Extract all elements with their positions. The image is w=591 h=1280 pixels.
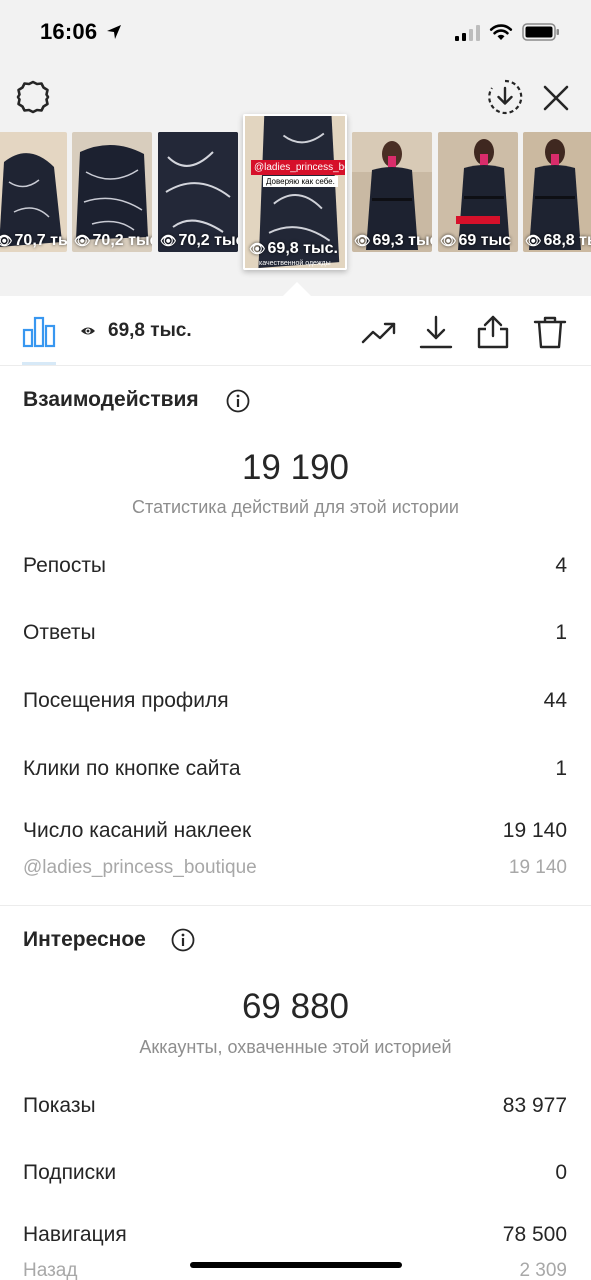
settings-icon[interactable] (14, 78, 52, 116)
stat-label-navigation: Навигация (23, 1223, 127, 1246)
bar-chart-icon[interactable] (22, 314, 56, 348)
eye-icon: 👁 (440, 233, 457, 248)
status-time: 16:06 (40, 19, 98, 44)
thumbnail-view-count: 👁 69 тыс (440, 232, 512, 249)
story-preview-area: 16:06 👁 70,7 ты 👁 70,2 тыс 👁 70,2 тыс @l… (0, 0, 591, 296)
interactions-total: 19 190 (241, 448, 350, 487)
stat-value-impressions: 83 977 (502, 1094, 567, 1117)
trending-up-icon[interactable] (361, 314, 397, 350)
story-thumbnail-strip[interactable]: 👁70,7 тыс 👁70,2 тыс 👁70,2 тыс (0, 114, 591, 274)
status-bar: 16:06 (0, 0, 591, 64)
wifi-icon (489, 24, 513, 40)
section-divider (0, 905, 591, 906)
stat-label-replies: Ответы (23, 621, 96, 644)
view-count: 69,8 тыс. (108, 320, 192, 341)
discovery-title: Интересное (23, 928, 146, 951)
story-thumbnail[interactable]: 👁 70,2 тыс (158, 132, 238, 252)
discovery-caption: Аккаунты, охваченные этой историей (139, 1037, 452, 1057)
story-thumbnail-selected[interactable]: @ladies_princess_boutique Доверяю как се… (243, 114, 347, 270)
stat-label-back: Назад (23, 1260, 78, 1280)
interactions-caption: Статистика действий для этой истории (132, 497, 459, 517)
stat-label-follows: Подписки (23, 1161, 117, 1184)
share-icon[interactable] (475, 314, 511, 350)
active-tab-indicator (22, 362, 56, 365)
selected-story-pointer (283, 282, 311, 296)
home-indicator[interactable] (190, 1262, 402, 1268)
stat-value-follows: 0 (555, 1161, 567, 1184)
stat-value-website-clicks: 1 (555, 757, 567, 780)
thumbnail-view-count: 👁 70,2 тыс (160, 232, 238, 249)
stat-label-reposts: Репосты (23, 554, 107, 577)
thumbnail-view-count: 👁68,8 тыс (525, 232, 591, 249)
thumbnail-caption: качественной одежды (259, 260, 331, 267)
stat-value-back: 2 309 (519, 1260, 567, 1280)
stat-value-navigation: 78 500 (502, 1223, 567, 1246)
cellular-signal-icon (455, 25, 480, 41)
info-icon[interactable] (226, 389, 250, 413)
eye-icon: 👁 (249, 241, 266, 256)
battery-icon (522, 23, 559, 41)
download-circle-icon[interactable] (486, 78, 524, 116)
eye-icon: 👁 (525, 233, 542, 248)
story-thumbnail[interactable]: 👁68,8 тыс (523, 132, 591, 252)
eye-icon: 👁 (160, 233, 177, 248)
thumbnail-view-count: 👁 69,8 тыс. (249, 240, 338, 257)
stat-value-sticker-taps: 19 140 (502, 819, 567, 842)
discovery-total: 69 880 (241, 987, 350, 1026)
info-icon[interactable] (171, 928, 195, 952)
sticker-caption: Доверяю как себе. (263, 176, 338, 187)
thumbnail-view-count: 👁 70,2 тыс (74, 232, 152, 249)
stat-value-sticker-mention: 19 140 (508, 857, 567, 878)
mention-sticker-small (456, 216, 500, 224)
stat-label-profile-visits: Посещения профиля (23, 689, 229, 712)
story-thumbnail[interactable]: 👁 69,3 тыс (352, 132, 432, 252)
stat-label-sticker-taps: Число касаний наклеек (23, 819, 252, 842)
insights-toolbar: 69,8 тыс. (0, 296, 591, 366)
stat-value-profile-visits: 44 (543, 689, 567, 712)
stat-label-impressions: Показы (23, 1094, 96, 1117)
eye-icon (81, 327, 95, 335)
stat-value-replies: 1 (555, 621, 567, 644)
stat-value-reposts: 4 (555, 554, 567, 577)
story-thumbnail[interactable]: 👁 69 тыс (438, 132, 518, 252)
close-icon[interactable] (540, 82, 572, 114)
eye-icon: 👁 (0, 233, 13, 248)
mention-sticker: @ladies_princess_boutique (251, 160, 345, 175)
location-arrow-icon (107, 25, 121, 39)
thumbnail-view-count: 👁70,7 тыс (0, 232, 67, 250)
story-thumbnail[interactable]: 👁 70,2 тыс (72, 132, 152, 252)
trash-icon[interactable] (532, 314, 568, 350)
thumbnail-view-count: 👁 69,3 тыс (354, 232, 432, 249)
eye-icon: 👁 (74, 233, 91, 248)
interactions-title: Взаимодействия (23, 388, 199, 411)
eye-icon: 👁 (354, 233, 371, 248)
story-thumbnail[interactable]: 👁70,7 тыс (0, 132, 67, 252)
stat-label-website-clicks: Клики по кнопке сайта (23, 757, 241, 780)
stat-label-sticker-mention: @ladies_princess_boutique (23, 857, 257, 878)
download-icon[interactable] (418, 314, 454, 350)
